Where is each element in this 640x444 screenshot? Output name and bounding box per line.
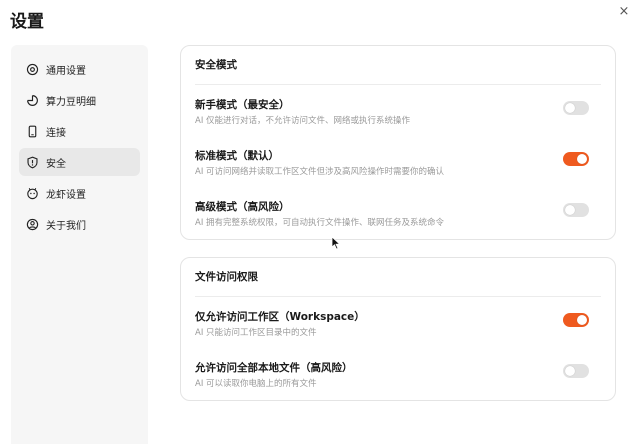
toggle-knob <box>565 366 575 376</box>
sidebar-item-about[interactable]: 关于我们 <box>19 210 140 238</box>
page-title: 设置 <box>10 12 44 32</box>
setting-title: 允许访问全部本地文件（高风险） <box>195 362 353 374</box>
sidebar-item-label: 关于我们 <box>46 220 86 232</box>
file-access-card: 文件访问权限 仅允许访问工作区（Workspace） AI 只能访问工作区目录中… <box>180 257 616 401</box>
all-files-toggle[interactable] <box>563 364 589 378</box>
pie-chart-icon <box>27 94 38 106</box>
mouse-cursor-icon <box>331 236 341 250</box>
setting-title: 仅允许访问工作区（Workspace） <box>195 311 365 323</box>
setting-row-standard: 标准模式（默认） AI 可访问网络并读取工作区文件但涉及高风险操作时需要你的确认 <box>195 136 601 187</box>
setting-description: AI 可访问网络并读取工作区文件但涉及高风险操作时需要你的确认 <box>195 167 445 177</box>
sidebar: 通用设置 算力豆明细 连接 安全 龙虾设置 关于我们 <box>11 45 148 444</box>
section-title: 安全模式 <box>195 46 601 85</box>
toggle-knob <box>565 103 575 113</box>
lobster-icon <box>27 187 38 199</box>
sidebar-item-connection[interactable]: 连接 <box>19 117 140 145</box>
toggle-knob <box>577 315 587 325</box>
setting-title: 高级模式（高风险） <box>195 201 290 213</box>
sidebar-item-label: 连接 <box>46 127 66 139</box>
close-icon[interactable]: × <box>616 4 632 20</box>
sidebar-item-lobster[interactable]: 龙虾设置 <box>19 179 140 207</box>
setting-description: AI 只能访问工作区目录中的文件 <box>195 328 317 338</box>
user-circle-icon <box>26 218 39 230</box>
sidebar-item-security[interactable]: 安全 <box>19 148 140 176</box>
setting-description: AI 仅能进行对话，不允许访问文件、网络或执行系统操作 <box>195 116 411 126</box>
setting-description: AI 可以读取你电脑上的所有文件 <box>195 379 317 389</box>
sidebar-item-label: 安全 <box>46 158 66 170</box>
setting-row-advanced: 高级模式（高风险） AI 拥有完整系统权限，可自动执行文件操作、联网任务及系统命… <box>195 187 601 239</box>
sidebar-item-label: 通用设置 <box>46 65 86 77</box>
sidebar-item-general[interactable]: 通用设置 <box>19 55 140 83</box>
gear-icon <box>26 63 39 75</box>
setting-row-all-files: 允许访问全部本地文件（高风险） AI 可以读取你电脑上的所有文件 <box>195 348 601 400</box>
workspace-only-toggle[interactable] <box>563 313 589 327</box>
phone-icon <box>28 125 37 137</box>
setting-title: 标准模式（默认） <box>195 150 279 162</box>
setting-title: 新手模式（最安全） <box>195 99 290 111</box>
shield-icon <box>27 156 38 168</box>
security-mode-card: 安全模式 新手模式（最安全） AI 仅能进行对话，不允许访问文件、网络或执行系统… <box>180 45 616 240</box>
sidebar-item-label: 龙虾设置 <box>46 189 86 201</box>
settings-window: 设置 × 通用设置 算力豆明细 连接 安全 龙虾设置 关于我们 安全模式 新手模… <box>0 0 640 444</box>
sidebar-item-label: 算力豆明细 <box>46 96 96 108</box>
section-title: 文件访问权限 <box>195 258 601 297</box>
advanced-mode-toggle[interactable] <box>563 203 589 217</box>
setting-row-workspace-only: 仅允许访问工作区（Workspace） AI 只能访问工作区目录中的文件 <box>195 297 601 348</box>
toggle-knob <box>577 154 587 164</box>
standard-mode-toggle[interactable] <box>563 152 589 166</box>
settings-content: 安全模式 新手模式（最安全） AI 仅能进行对话，不允许访问文件、网络或执行系统… <box>180 45 616 401</box>
sidebar-item-credits[interactable]: 算力豆明细 <box>19 86 140 114</box>
beginner-mode-toggle[interactable] <box>563 101 589 115</box>
setting-row-beginner: 新手模式（最安全） AI 仅能进行对话，不允许访问文件、网络或执行系统操作 <box>195 85 601 136</box>
toggle-knob <box>565 205 575 215</box>
setting-description: AI 拥有完整系统权限，可自动执行文件操作、联网任务及系统命令 <box>195 218 445 228</box>
